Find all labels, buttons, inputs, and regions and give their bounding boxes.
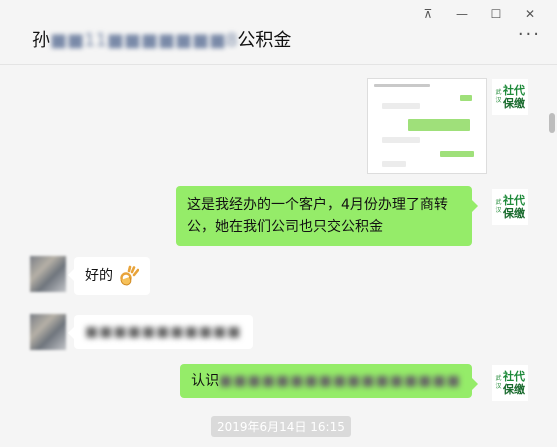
image-bubble <box>408 119 470 131</box>
scrollbar-thumb[interactable] <box>549 113 555 133</box>
chat-header: 孙■■11■■■■■■■8公积金 ⊼ — ☐ ✕ ··· <box>0 0 557 65</box>
message-timestamp: 2019年6月14日 16:15 <box>211 416 351 437</box>
image-header-line <box>374 84 430 87</box>
contact-avatar[interactable] <box>30 314 66 350</box>
window-controls: ⊼ — ☐ ✕ <box>411 4 547 26</box>
logo-small-text: 武汉 <box>495 375 502 390</box>
logo-line-1: 社代 <box>503 84 525 97</box>
message-text: 认识 <box>191 373 220 389</box>
close-icon[interactable]: ✕ <box>513 4 547 26</box>
pin-icon[interactable]: ⊼ <box>411 4 445 26</box>
logo-text: 社代 保缴 <box>503 370 525 396</box>
logo-line-2: 保缴 <box>503 383 525 396</box>
logo-line-1: 社代 <box>503 370 525 383</box>
logo-small-text: 武汉 <box>495 199 502 214</box>
ok-hand-icon <box>120 265 139 286</box>
logo-line-1: 社代 <box>503 194 525 207</box>
logo-line-2: 保缴 <box>503 97 525 110</box>
message-bubble-other[interactable]: ■■■■■■■■■■■ <box>68 315 253 349</box>
image-bubble <box>460 95 472 101</box>
message-text: 好的 <box>85 268 113 284</box>
message-bubble-self[interactable]: 认识■■■■■■■■■■■■■■■■■ <box>180 364 478 398</box>
logo-line-2: 保缴 <box>503 207 525 220</box>
message-text-blurred: ■■■■■■■■■■■ <box>85 324 242 340</box>
logo-small-text: 武汉 <box>495 89 502 104</box>
image-message[interactable] <box>367 78 487 174</box>
message-bubble-other[interactable]: 好的 <box>68 257 150 295</box>
self-avatar[interactable]: 武汉 社代 保缴 <box>492 189 528 225</box>
self-avatar[interactable]: 武汉 社代 保缴 <box>492 365 528 401</box>
contact-avatar[interactable] <box>30 256 66 292</box>
image-bubble <box>382 137 420 143</box>
image-bubble <box>382 103 420 109</box>
more-options-icon[interactable]: ··· <box>518 26 541 44</box>
chat-title-blurred: ■■11■■■■■■■8 <box>50 30 238 51</box>
chat-title: 孙■■11■■■■■■■8公积金 <box>32 26 291 52</box>
self-avatar[interactable]: 武汉 社代 保缴 <box>492 79 528 115</box>
message-text-blurred: ■■■■■■■■■■■■■■■■■ <box>219 373 461 389</box>
chat-title-prefix: 孙 <box>32 30 50 51</box>
message-bubble-self[interactable]: 这是我经办的一个客户，4月份办理了商转公，她在我们公司也只交公积金 <box>176 186 478 246</box>
logo-text: 社代 保缴 <box>503 84 525 110</box>
image-bubble <box>440 151 474 157</box>
logo-text: 社代 保缴 <box>503 194 525 220</box>
maximize-icon[interactable]: ☐ <box>479 4 513 26</box>
image-bubble <box>382 161 406 167</box>
chat-title-suffix: 公积金 <box>237 30 292 51</box>
minimize-icon[interactable]: — <box>445 4 479 26</box>
chat-message-area[interactable]: 武汉 社代 保缴 这是我经办的一个客户，4月份办理了商转公，她在我们公司也只交公… <box>0 65 545 447</box>
